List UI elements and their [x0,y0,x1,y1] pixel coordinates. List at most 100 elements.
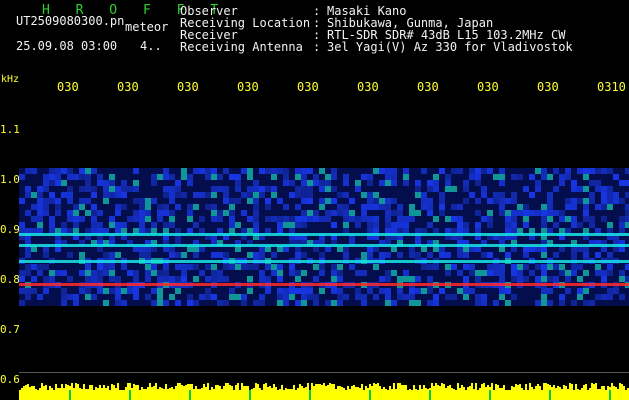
noise-cell [331,300,337,306]
noise-cell [475,174,481,180]
noise-cell [133,216,139,222]
noise-cell [145,252,151,258]
noise-cell [31,252,37,258]
noise-cell [31,300,37,306]
noise-cell [475,192,481,198]
noise-cell [43,216,49,222]
noise-cell [379,186,385,192]
noise-cell [355,198,361,204]
noise-cell [397,186,403,192]
noise-cell [337,264,343,270]
noise-cell [439,210,445,216]
noise-cell [307,216,313,222]
power-bar [135,385,137,400]
noise-cell [217,168,223,174]
noise-cell [481,192,487,198]
noise-cell [625,264,629,270]
power-bar [253,388,255,400]
noise-cell [43,300,49,306]
noise-cell [433,264,439,270]
power-bar [579,390,581,400]
noise-cell [235,294,241,300]
noise-cell [163,204,169,210]
noise-cell [43,264,49,270]
noise-cell [409,276,415,282]
noise-cell [91,174,97,180]
noise-cell [439,222,445,228]
noise-cell [127,222,133,228]
power-bar [127,383,129,400]
y-tick-label: 0.6 [0,373,20,386]
noise-cell [91,294,97,300]
power-bar [231,386,233,400]
noise-cell [169,210,175,216]
noise-cell [205,294,211,300]
power-bar [125,387,127,400]
noise-cell [73,180,79,186]
noise-cell [91,204,97,210]
noise-cell [193,192,199,198]
power-bar [235,385,237,400]
noise-cell [517,288,523,294]
noise-cell [481,264,487,270]
noise-cell [361,264,367,270]
power-bar [55,384,57,400]
noise-cell [235,264,241,270]
noise-cell [331,288,337,294]
noise-cell [373,252,379,258]
noise-cell [427,168,433,174]
noise-cell [91,252,97,258]
noise-cell [535,186,541,192]
noise-cell [535,204,541,210]
noise-cell [385,180,391,186]
noise-cell [445,186,451,192]
noise-cell [469,180,475,186]
noise-cell [253,168,259,174]
power-bar [101,388,103,400]
noise-cell [547,168,553,174]
noise-cell [619,204,625,210]
noise-cell [349,204,355,210]
noise-cell [337,222,343,228]
power-bar [171,387,173,400]
noise-cell [67,294,73,300]
noise-cell [127,180,133,186]
noise-cell [235,198,241,204]
noise-cell [331,222,337,228]
noise-cell [277,198,283,204]
power-bar [363,390,365,400]
noise-cell [379,222,385,228]
noise-cell [319,222,325,228]
noise-cell [85,276,91,282]
noise-cell [67,300,73,306]
noise-cell [217,192,223,198]
noise-cell [571,168,577,174]
noise-cell [541,198,547,204]
noise-cell [547,204,553,210]
power-bar [303,388,305,400]
noise-cell [355,270,361,276]
noise-cell [583,198,589,204]
noise-cell [205,264,211,270]
noise-cell [145,180,151,186]
noise-cell [265,264,271,270]
noise-cell [109,276,115,282]
noise-cell [547,210,553,216]
noise-cell [391,168,397,174]
power-bar [397,383,399,400]
noise-cell [367,288,373,294]
noise-cell [211,204,217,210]
noise-cell [193,216,199,222]
noise-cell [97,180,103,186]
noise-cell [307,294,313,300]
noise-cell [229,216,235,222]
noise-cell [313,276,319,282]
noise-cell [517,210,523,216]
noise-cell [253,174,259,180]
noise-cell [211,222,217,228]
noise-cell [109,264,115,270]
power-bar [305,387,307,400]
noise-cell [193,210,199,216]
noise-cell [337,168,343,174]
noise-cell [517,252,523,258]
